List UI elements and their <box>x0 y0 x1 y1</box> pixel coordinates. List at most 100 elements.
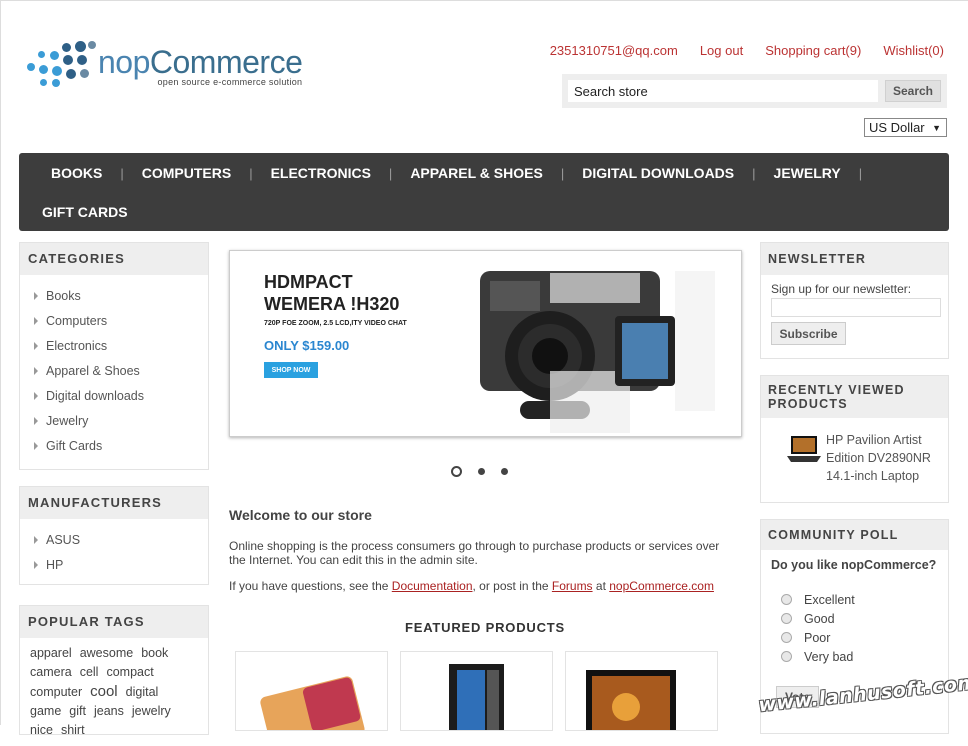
manufacturer-hp[interactable]: HP <box>34 552 208 577</box>
tag-link[interactable]: book <box>141 646 168 660</box>
shopping-cart-link[interactable]: Shopping cart(9) <box>765 43 861 58</box>
radio-button[interactable] <box>781 632 792 643</box>
tag-link[interactable]: awesome <box>80 646 134 660</box>
account-email-link[interactable]: 2351310751@qq.com <box>550 43 678 58</box>
tag-link[interactable]: gift <box>69 704 86 718</box>
welcome-questions: If you have questions, see the Documenta… <box>229 579 714 593</box>
nav-jewelry[interactable]: JEWELRY <box>774 165 855 181</box>
category-jewelry[interactable]: Jewelry <box>34 408 208 433</box>
tag-link[interactable]: cool <box>90 683 118 700</box>
shop-now-button[interactable]: SHOP NOW <box>264 362 318 378</box>
categories-title: CATEGORIES <box>20 243 208 275</box>
welcome-text: Online shopping is the process consumers… <box>229 539 720 567</box>
nav-apparel-shoes[interactable]: APPAREL & SHOES <box>410 165 557 181</box>
arrow-right-icon <box>34 291 38 300</box>
nav-gift-cards[interactable]: GIFT CARDS <box>42 204 142 220</box>
slider-dot-1[interactable] <box>451 466 462 477</box>
category-apparel-shoes[interactable]: Apparel & Shoes <box>34 358 208 383</box>
category-electronics[interactable]: Electronics <box>34 333 208 358</box>
slide-price: ONLY $159.00 <box>264 338 350 353</box>
slider-dot-3[interactable] <box>501 468 508 475</box>
logout-link[interactable]: Log out <box>700 43 743 58</box>
tag-link[interactable]: camera <box>30 665 72 679</box>
newsletter-email-input[interactable] <box>771 298 941 317</box>
search-input[interactable] <box>568 80 878 102</box>
header-links: 2351310751@qq.com Log out Shopping cart(… <box>550 43 944 58</box>
poll-question: Do you like nopCommerce? <box>771 558 937 572</box>
nav-separator: | <box>249 165 253 181</box>
arrow-right-icon <box>34 366 38 375</box>
product-card-laptop[interactable] <box>565 651 718 731</box>
subscribe-button[interactable]: Subscribe <box>771 322 846 345</box>
newsletter-title: NEWSLETTER <box>761 243 948 275</box>
arrow-right-icon <box>34 560 38 569</box>
tag-link[interactable]: compact <box>106 665 153 679</box>
product-card-gift-card[interactable] <box>235 651 388 731</box>
tag-link[interactable]: shirt <box>61 723 85 737</box>
currency-selected: US Dollar <box>869 120 925 135</box>
radio-button[interactable] <box>781 651 792 662</box>
category-books[interactable]: Books <box>34 283 208 308</box>
currency-select[interactable]: US Dollar ▼ <box>864 118 947 137</box>
home-slider[interactable]: HDMPACT WEMERA !H320 720P FOE ZOOM, 2.5 L… <box>229 250 742 437</box>
category-digital-downloads[interactable]: Digital downloads <box>34 383 208 408</box>
nav-separator: | <box>858 165 863 181</box>
recently-viewed-product-link[interactable]: HP Pavilion Artist Edition DV2890NR 14.1… <box>826 431 941 485</box>
tag-link[interactable]: cell <box>80 665 99 679</box>
arrow-right-icon <box>34 441 38 450</box>
forums-link[interactable]: Forums <box>552 579 593 593</box>
manufacturers-block: MANUFACTURERS ASUS HP <box>19 486 209 585</box>
nav-separator: | <box>388 165 393 181</box>
slider-dot-2[interactable] <box>478 468 485 475</box>
store-logo[interactable]: nopCommerce open source e-commerce solut… <box>26 41 303 89</box>
wishlist-link[interactable]: Wishlist(0) <box>883 43 944 58</box>
tag-link[interactable]: computer <box>30 685 82 699</box>
manufacturer-asus[interactable]: ASUS <box>34 527 208 552</box>
nav-separator: | <box>752 165 756 181</box>
tag-link[interactable]: nice <box>30 723 53 737</box>
nav-separator: | <box>120 165 124 181</box>
arrow-right-icon <box>34 316 38 325</box>
slide-subline: 720P FOE ZOOM, 2.5 LCD,ITY VIDEO CHAT <box>264 320 407 327</box>
recently-viewed-title: RECENTLY VIEWED PRODUCTS <box>761 376 948 418</box>
newsletter-label: Sign up for our newsletter: <box>771 282 912 296</box>
newsletter-block: NEWSLETTER Sign up for our newsletter: S… <box>760 242 949 359</box>
radio-button[interactable] <box>781 594 792 605</box>
arrow-right-icon <box>34 341 38 350</box>
tag-link[interactable]: digital <box>126 685 159 699</box>
nav-books[interactable]: BOOKS <box>51 165 116 181</box>
logo-dots-icon <box>26 41 96 89</box>
slide-headline: HDMPACT WEMERA !H320 <box>264 272 400 314</box>
category-gift-cards[interactable]: Gift Cards <box>34 433 208 458</box>
arrow-right-icon <box>34 535 38 544</box>
nopcommerce-link[interactable]: nopCommerce.com <box>609 579 714 593</box>
documentation-link[interactable]: Documentation <box>392 579 473 593</box>
category-computers[interactable]: Computers <box>34 308 208 333</box>
tag-link[interactable]: apparel <box>30 646 72 660</box>
nav-digital-downloads[interactable]: DIGITAL DOWNLOADS <box>582 165 748 181</box>
nav-electronics[interactable]: ELECTRONICS <box>271 165 385 181</box>
nav-computers[interactable]: COMPUTERS <box>142 165 245 181</box>
desktop-computer-image <box>449 664 504 730</box>
slider-pager <box>451 466 508 477</box>
popular-tags-block: POPULAR TAGS apparel awesome book camera ce… <box>19 605 209 737</box>
radio-button[interactable] <box>781 613 792 624</box>
arrow-right-icon <box>34 391 38 400</box>
community-poll-title: COMMUNITY POLL <box>761 520 948 550</box>
search-button[interactable]: Search <box>885 80 941 102</box>
search-box: Search <box>562 74 947 108</box>
poll-option-poor[interactable]: Poor <box>781 628 855 647</box>
arrow-right-icon <box>34 416 38 425</box>
logo-wordmark: nopCommerce <box>98 44 303 80</box>
poll-option-very-bad[interactable]: Very bad <box>781 647 855 666</box>
tag-link[interactable]: jeans <box>94 704 124 718</box>
poll-option-excellent[interactable]: Excellent <box>781 590 855 609</box>
categories-block: CATEGORIES Books Computers Electronics A… <box>19 242 209 470</box>
product-card-desktop[interactable] <box>400 651 553 731</box>
tag-link[interactable]: game <box>30 704 61 718</box>
welcome-title: Welcome to our store <box>229 507 372 523</box>
main-navigation: BOOKS | COMPUTERS | ELECTRONICS | APPAREL &… <box>19 153 949 231</box>
manufacturers-title: MANUFACTURERS <box>20 487 208 519</box>
tag-link[interactable]: jewelry <box>132 704 171 718</box>
poll-option-good[interactable]: Good <box>781 609 855 628</box>
